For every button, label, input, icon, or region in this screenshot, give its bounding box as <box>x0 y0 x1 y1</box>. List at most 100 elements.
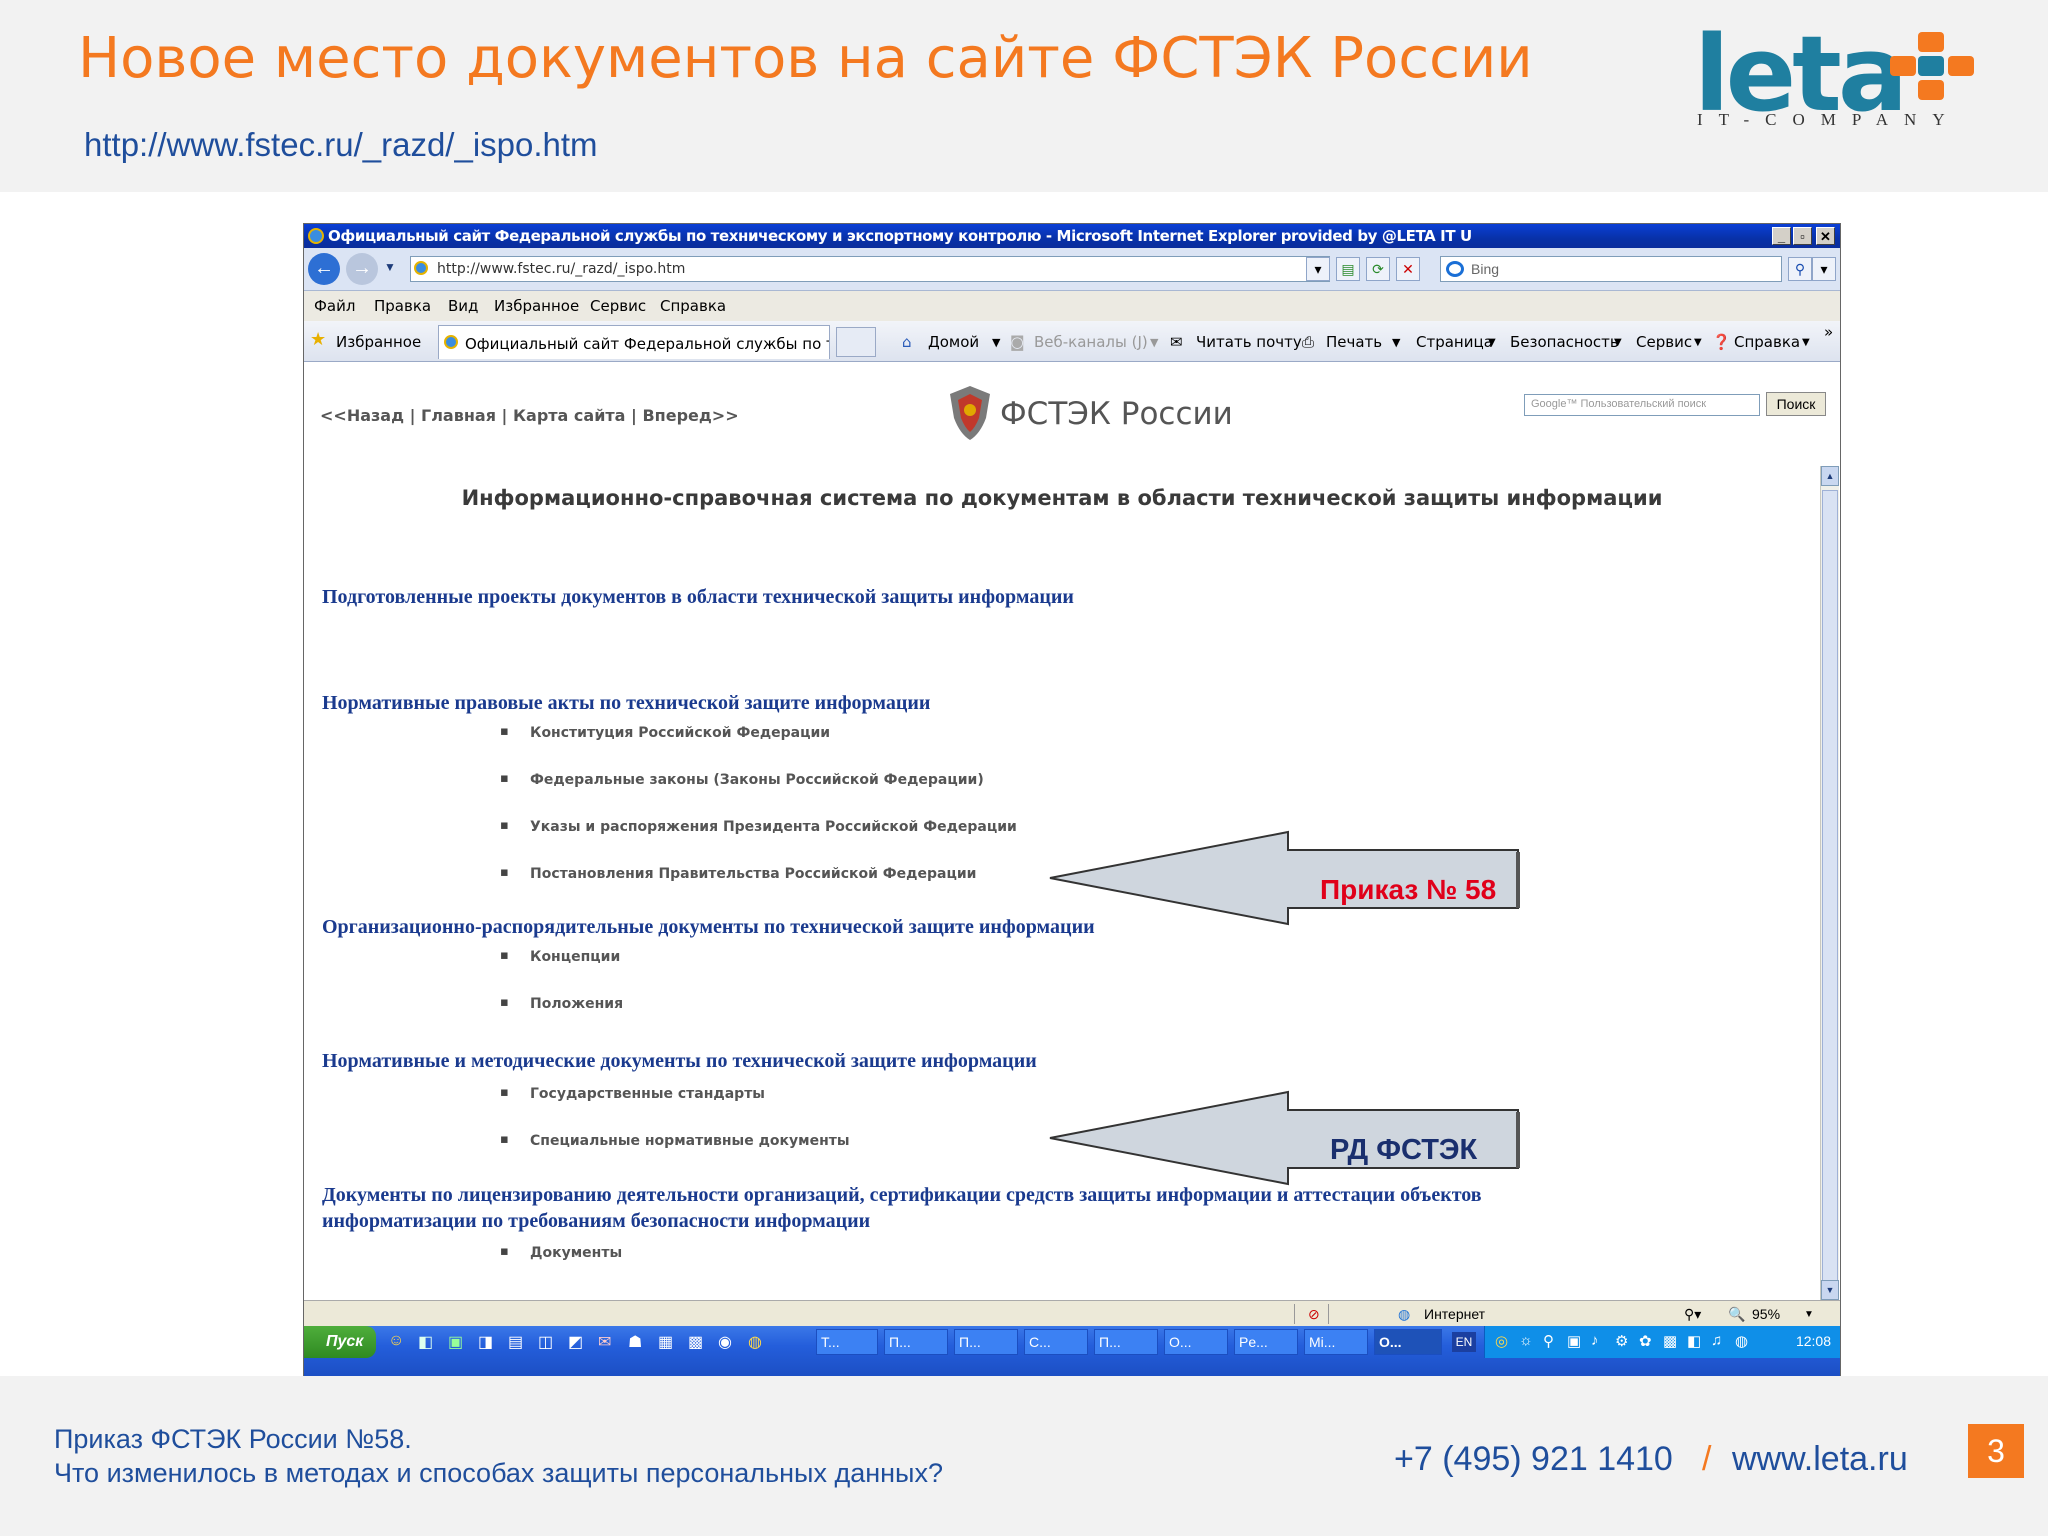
minimize-button[interactable]: _ <box>1772 227 1791 245</box>
quicklaunch-icon[interactable]: ☗ <box>628 1332 642 1352</box>
tray-icon[interactable]: ⚲ <box>1543 1332 1554 1350</box>
help-menu-button[interactable]: Справка <box>1734 333 1800 351</box>
quicklaunch-icon[interactable]: ✉ <box>598 1332 611 1352</box>
section-link[interactable]: Подготовленные проекты документов в обла… <box>322 586 1074 609</box>
tray-icon[interactable]: ♪ <box>1591 1332 1599 1349</box>
back-button[interactable]: ← <box>308 253 340 285</box>
forward-button[interactable]: → <box>346 253 378 285</box>
zoom-dropdown-icon[interactable]: ▼ <box>1804 1309 1814 1320</box>
list-item-link[interactable]: Документы <box>500 1244 622 1261</box>
tray-icon[interactable]: ☼ <box>1519 1332 1533 1349</box>
quicklaunch-icon[interactable]: ◉ <box>718 1332 732 1352</box>
volume-icon[interactable]: ♫ <box>1711 1332 1722 1349</box>
toolbar-overflow-icon[interactable]: » <box>1824 323 1833 341</box>
quicklaunch-icon[interactable]: ◩ <box>568 1332 583 1352</box>
home-icon[interactable]: ⌂ <box>902 333 912 351</box>
quicklaunch-icon[interactable]: ◫ <box>538 1332 553 1352</box>
slide-url-link[interactable]: http://www.fstec.ru/_razd/_ispo.htm <box>84 126 598 164</box>
site-logo-text[interactable]: ФСТЭК России <box>1000 396 1233 432</box>
history-dropdown-icon[interactable]: ▼ <box>384 260 396 274</box>
home-dropdown-icon[interactable]: ▼ <box>992 336 1000 349</box>
quicklaunch-icon[interactable]: ▣ <box>448 1332 463 1352</box>
scroll-thumb[interactable] <box>1822 490 1838 1300</box>
protected-mode-icon[interactable]: ⚲▾ <box>1684 1306 1701 1323</box>
menu-edit[interactable]: Правка <box>374 297 431 315</box>
taskbar-task[interactable]: Pe... <box>1234 1329 1298 1355</box>
taskbar-task[interactable]: T... <box>816 1329 878 1355</box>
scroll-up-button[interactable]: ▲ <box>1821 466 1839 486</box>
language-indicator[interactable]: EN <box>1452 1332 1476 1352</box>
site-nav-links[interactable]: <<Назад | Главная | Карта сайта | Вперед… <box>320 406 739 425</box>
section-link[interactable]: Организационно-распорядительные документ… <box>322 916 1095 939</box>
tray-icon[interactable]: ▣ <box>1567 1332 1581 1350</box>
url-input[interactable]: http://www.fstec.ru/_razd/_ispo.htm <box>410 256 1330 282</box>
section-link[interactable]: Нормативные правовые акты по технической… <box>322 692 930 715</box>
google-search-button[interactable]: Поиск <box>1766 392 1826 416</box>
menu-help[interactable]: Справка <box>660 297 726 315</box>
start-button[interactable]: Пуск <box>304 1326 376 1358</box>
feeds-button[interactable]: Веб-каналы (J) <box>1034 333 1148 351</box>
search-options-icon[interactable]: ▾ <box>1812 257 1836 281</box>
favorites-button[interactable]: Избранное <box>336 333 421 351</box>
taskbar-task[interactable]: Mi... <box>1304 1329 1368 1355</box>
tray-icon[interactable]: ✿ <box>1639 1332 1652 1350</box>
list-item-link[interactable]: Положения <box>500 995 623 1012</box>
tray-icon[interactable]: ◎ <box>1495 1332 1508 1350</box>
taskbar-task[interactable]: П... <box>884 1329 948 1355</box>
home-button[interactable]: Домой <box>928 333 979 351</box>
menu-file[interactable]: Файл <box>314 297 355 315</box>
list-item-link[interactable]: Федеральные законы (Законы Российской Фе… <box>500 771 984 788</box>
section-link-continued[interactable]: информатизации по требованиям безопаснос… <box>322 1210 870 1233</box>
close-window-button[interactable]: ✕ <box>1816 227 1835 245</box>
quicklaunch-ie-icon[interactable]: ◍ <box>748 1332 762 1352</box>
tab-active[interactable]: Официальный сайт Федеральной службы по т… <box>438 325 830 359</box>
vertical-scrollbar[interactable]: ▲ ▼ <box>1820 466 1839 1300</box>
refresh-icon[interactable]: ⟳ <box>1366 257 1390 281</box>
section-link[interactable]: Нормативные и методические документы по … <box>322 1050 1037 1073</box>
safety-menu-button[interactable]: Безопасность <box>1510 333 1619 351</box>
taskbar-task-active[interactable]: O... <box>1374 1329 1442 1355</box>
taskbar-task[interactable]: O... <box>1164 1329 1228 1355</box>
list-item-link[interactable]: Концепции <box>500 948 620 965</box>
page-menu-button[interactable]: Страница <box>1416 333 1493 351</box>
quicklaunch-icon[interactable]: ▤ <box>508 1332 523 1352</box>
search-input[interactable]: Bing <box>1440 256 1782 282</box>
list-item-link[interactable]: Государственные стандарты <box>500 1085 765 1102</box>
zoom-level[interactable]: 95% <box>1752 1306 1780 1322</box>
taskbar-task[interactable]: П... <box>954 1329 1018 1355</box>
footer-website-link[interactable]: www.leta.ru <box>1732 1440 1908 1479</box>
print-button[interactable]: Печать <box>1326 333 1382 351</box>
quicklaunch-icon[interactable]: ◧ <box>418 1332 433 1352</box>
feeds-dropdown-icon[interactable]: ▼ <box>1150 336 1158 349</box>
list-item-link[interactable]: Постановления Правительства Российской Ф… <box>500 865 976 882</box>
new-tab-button[interactable] <box>836 327 876 357</box>
list-item-link[interactable]: Конституция Российской Федерации <box>500 724 830 741</box>
quicklaunch-icon[interactable]: ▩ <box>688 1332 703 1352</box>
print-dropdown-icon[interactable]: ▼ <box>1392 336 1400 349</box>
read-mail-button[interactable]: Читать почту <box>1196 333 1302 351</box>
list-item-link[interactable]: Указы и распоряжения Президента Российск… <box>500 818 1017 835</box>
list-item-link[interactable]: Специальные нормативные документы <box>500 1132 849 1149</box>
quicklaunch-icon[interactable]: ☺ <box>388 1332 404 1350</box>
menu-view[interactable]: Вид <box>448 297 478 315</box>
stop-icon[interactable]: ✕ <box>1396 257 1420 281</box>
taskbar-task[interactable]: П... <box>1094 1329 1158 1355</box>
search-icon[interactable]: ⚲ <box>1788 257 1812 281</box>
tray-icon[interactable]: ⚙ <box>1615 1332 1628 1350</box>
url-dropdown-button[interactable]: ▾ <box>1306 257 1330 281</box>
google-search-input[interactable]: Google™ Пользовательский поиск <box>1524 394 1760 416</box>
menu-tools[interactable]: Сервис <box>590 297 646 315</box>
menu-favorites[interactable]: Избранное <box>494 297 579 315</box>
clock[interactable]: 12:08 <box>1796 1333 1831 1349</box>
quicklaunch-icon[interactable]: ◨ <box>478 1332 493 1352</box>
restore-button[interactable]: ▫ <box>1793 227 1812 245</box>
tray-icon[interactable]: ◍ <box>1735 1332 1748 1350</box>
tray-icon[interactable]: ◧ <box>1687 1332 1701 1350</box>
favorites-star-icon[interactable]: ★ <box>310 329 326 350</box>
taskbar-task[interactable]: C... <box>1024 1329 1088 1355</box>
scroll-down-button[interactable]: ▼ <box>1821 1280 1839 1300</box>
tray-icon[interactable]: ▩ <box>1663 1332 1677 1350</box>
quicklaunch-icon[interactable]: ▦ <box>658 1332 673 1352</box>
compat-view-icon[interactable]: ▤ <box>1336 257 1360 281</box>
tools-menu-button[interactable]: Сервис <box>1636 333 1692 351</box>
